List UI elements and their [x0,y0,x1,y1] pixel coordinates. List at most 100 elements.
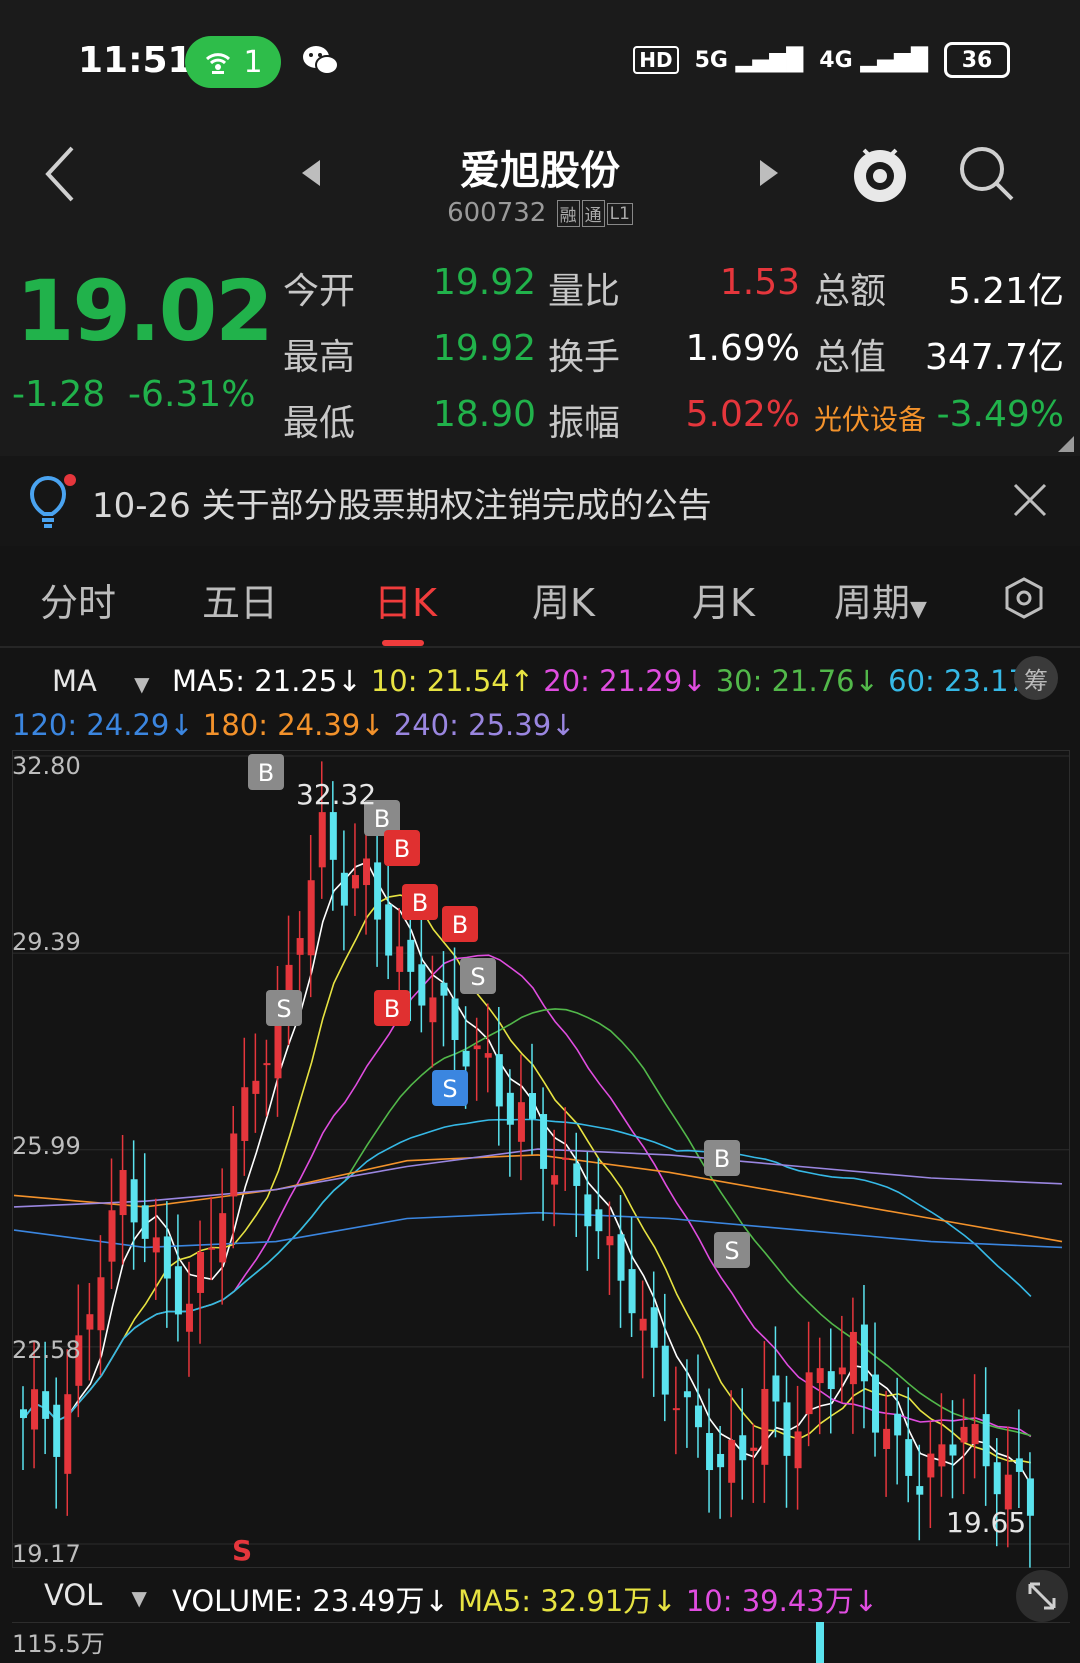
stock-name: 爱旭股份 [460,148,620,194]
signal-S-8: S [432,1070,468,1106]
candle-body [694,1405,702,1428]
signal-letter: B [714,1145,730,1173]
candle-body [163,1236,171,1279]
label-amplitude: 振幅 [548,403,621,444]
wechat-icon [303,46,339,75]
candle-body [805,1372,813,1415]
signal-B-4: B [442,906,478,942]
settings-hexagon-icon[interactable] [1002,576,1046,620]
tab-period[interactable]: 周期▼ [834,572,927,627]
label-market-value: 总值 [814,337,887,378]
candle-body [385,904,393,956]
candle-body [108,1210,116,1262]
expand-corner-icon[interactable] [1058,436,1074,452]
notice-text[interactable]: 10-26 关于部分股票期权注销完成的公告 [92,478,712,527]
search-icon[interactable] [958,145,1016,203]
candle-body [639,1318,647,1331]
candle-body [971,1424,979,1445]
candle-body [307,880,315,956]
value-turnover: 1.69% [685,328,800,369]
candle-body [263,1063,271,1066]
label-volume-ratio: 量比 [548,271,621,312]
label-turnover: 换手 [548,337,621,378]
volume-value: VOLUME: 23.49万↓ [172,1584,449,1618]
candle-body [20,1409,27,1418]
tab-five-day[interactable]: 五日 [202,572,278,627]
candle-body [617,1234,625,1281]
price-change: -1.28 -6.31% [12,374,255,415]
assistant-robot-icon[interactable] [850,140,910,206]
signal-letter: B [384,995,400,1023]
candle-body [894,1413,902,1436]
candle-body [418,964,426,1006]
candle-body [31,1389,39,1430]
change-percent: -6.31% [128,374,256,415]
tab-weekly-k[interactable]: 周K [532,572,595,627]
vol-ma5-value: MA5: 32.91万↓ [457,1584,677,1618]
candle-body [529,1093,536,1119]
candle-body [993,1462,1001,1495]
candle-body [340,872,348,906]
ma-selector[interactable]: MA ▼ [52,664,149,698]
tab-intraday[interactable]: 分时 [40,572,116,627]
signal-letter: B [374,805,390,833]
vol-top-label: 115.5万 [12,1630,105,1658]
vol-selector[interactable]: VOL ▼ [44,1578,147,1612]
close-icon[interactable] [1012,482,1048,518]
candle-body [883,1428,891,1450]
ma30-value: 30: 21.76↓ [715,664,879,698]
candle-body [683,1391,691,1398]
candle-body [960,1426,968,1443]
tab-divider [0,646,1080,648]
candle-body [650,1307,658,1348]
candle-body [241,1087,249,1141]
candle-body [872,1374,880,1433]
label-high: 最高 [283,337,356,378]
tab-daily-k[interactable]: 日K [374,572,437,627]
fullscreen-button[interactable] [1016,1570,1068,1622]
signal-B-2: B [384,830,420,866]
label-amount: 总额 [814,271,887,312]
tab-monthly-k[interactable]: 月K [692,572,755,627]
candle-body [761,1388,769,1465]
battery-icon: 36 [944,42,1010,78]
chip-distribution-button[interactable]: 筹 [1014,656,1058,700]
candle-body [540,1114,548,1169]
candle-body [130,1179,138,1223]
candle-body [1015,1458,1023,1472]
candle-body [783,1402,791,1456]
signal-letter: B [452,911,468,939]
ma180-value: 180: 24.39↓ [202,708,385,742]
candle-body [927,1453,935,1478]
hotspot-count: 1 [243,44,263,80]
signal-S-7: S [460,958,496,994]
y-tick-0: 32.80 [12,752,81,780]
ma20-value: 20: 21.29↓ [543,664,707,698]
stock-code-row: 600732 融通 L1 [0,198,1080,228]
ma5-value: MA5: 21.25↓ [172,664,362,698]
candle-body [495,1054,503,1107]
candle-body [584,1194,592,1227]
vol-dropdown-icon: ▼ [131,1586,147,1610]
candle-body [429,997,437,1023]
signal-B-5: B [374,990,410,1026]
hotspot-indicator[interactable]: 1 [185,36,281,88]
signal-letter: S [442,1075,457,1103]
candle-body [484,1053,492,1058]
candle-body [451,998,459,1040]
stock-code: 600732 [447,198,547,228]
candle-body [573,1163,581,1186]
candle-body [794,1431,802,1469]
sell-marker: S [232,1534,253,1567]
candle-body [97,1277,105,1331]
value-market-value: 347.7亿 [924,337,1064,378]
high-price-label: 32.32 [296,778,377,811]
candle-body [440,982,448,996]
kline-chart[interactable]: BBBBBBSSSBS [12,750,1070,1568]
candle-body [827,1371,835,1390]
candle-body [185,1303,193,1332]
value-amount: 5.21亿 [947,271,1064,312]
candle-body [728,1439,736,1483]
signal-S-6: S [266,990,302,1026]
low-price-label: 19.65 [946,1506,1027,1539]
